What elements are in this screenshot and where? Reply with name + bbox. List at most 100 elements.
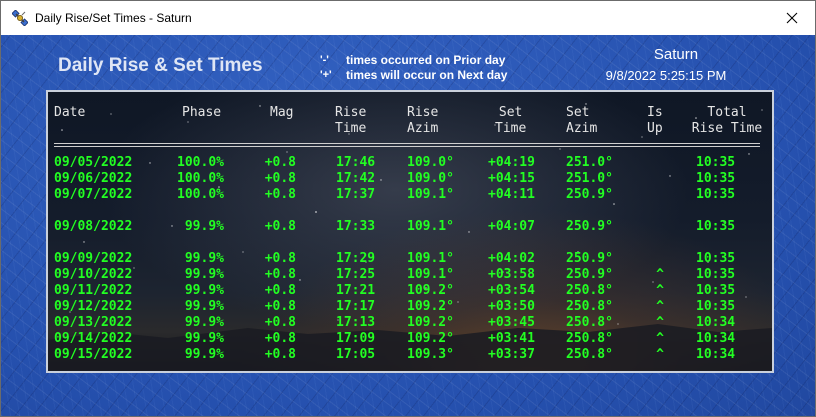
cell-set-time: +03:58 [488, 267, 535, 282]
cell-date: 09/09/2022 [54, 251, 133, 266]
cell-mag: +0.8 [264, 155, 296, 170]
cell-set-azim: 250.8° [566, 331, 613, 346]
cell-phase: 100.0% [177, 171, 224, 186]
window-title: Daily Rise/Set Times - Saturn [35, 11, 192, 25]
cell-set-time: +04:11 [488, 187, 535, 202]
legend-text: times occurred on Prior day [346, 53, 506, 67]
cell-set-time: +03:54 [488, 283, 535, 298]
legend-prior-day: '-' times occurred on Prior day [320, 53, 507, 68]
table-row[interactable]: 09/13/2022 99.9% +0.8 17:13 109.2° +03:45 250.… [48, 315, 772, 331]
cell-rise-time: 17:46 [336, 155, 376, 170]
cell-phase: 99.9% [184, 331, 224, 346]
cell-set-time: +04:02 [488, 251, 535, 266]
cell-date: 09/15/2022 [54, 347, 133, 362]
cell-set-azim: 250.8° [566, 347, 613, 362]
cell-total: 10:35 [696, 299, 736, 314]
cell-is-up: ^ [656, 283, 664, 298]
close-button[interactable] [769, 1, 815, 35]
cell-phase: 99.9% [184, 299, 224, 314]
table-row[interactable]: 09/06/2022 100.0% +0.8 17:42 109.0° +04:15 251… [48, 171, 772, 187]
cell-is-up: ^ [656, 347, 664, 362]
cell-set-azim: 250.9° [566, 267, 613, 282]
table-row[interactable]: 09/15/2022 99.9% +0.8 17:05 109.3° +03:37 250.… [48, 347, 772, 363]
cell-phase: 100.0% [177, 155, 224, 170]
planet-name: Saturn [653, 46, 699, 63]
cell-rise-azim: 109.2° [407, 299, 454, 314]
cell-date: 09/13/2022 [54, 315, 133, 330]
cell-is-up: ^ [656, 267, 664, 282]
cell-date: 09/06/2022 [54, 171, 133, 186]
cell-total: 10:34 [696, 331, 736, 346]
cell-mag: +0.8 [264, 299, 296, 314]
cell-rise-time: 17:09 [336, 331, 376, 346]
cell-mag: +0.8 [264, 219, 296, 234]
cell-rise-azim: 109.3° [407, 347, 454, 362]
cell-date: 09/11/2022 [54, 283, 133, 298]
cell-set-time: +03:50 [488, 299, 535, 314]
table-body: 09/05/2022 100.0% +0.8 17:46 109.0° +04:19 251… [48, 92, 772, 371]
table-row[interactable]: 09/10/2022 99.9% +0.8 17:25 109.1° +03:58 250.… [48, 267, 772, 283]
table-row[interactable]: 09/12/2022 99.9% +0.8 17:17 109.2° +03:50 250.… [48, 299, 772, 315]
cell-rise-time: 17:13 [336, 315, 376, 330]
cell-phase: 100.0% [177, 187, 224, 202]
cell-mag: +0.8 [264, 315, 296, 330]
cell-date: 09/08/2022 [54, 219, 133, 234]
title-bar[interactable]: Daily Rise/Set Times - Saturn [1, 1, 815, 35]
cell-set-time: +03:45 [488, 315, 535, 330]
cell-total: 10:34 [696, 315, 736, 330]
cell-rise-time: 17:33 [336, 219, 376, 234]
cell-set-time: +04:15 [488, 171, 535, 186]
cell-total: 10:35 [696, 171, 736, 186]
cell-phase: 99.9% [184, 267, 224, 282]
cell-date: 09/12/2022 [54, 299, 133, 314]
cell-rise-azim: 109.0° [407, 155, 454, 170]
table-row[interactable]: 09/05/2022 100.0% +0.8 17:46 109.0° +04:19 251… [48, 155, 772, 171]
cell-rise-time: 17:42 [336, 171, 376, 186]
cell-rise-time: 17:05 [336, 347, 376, 362]
cell-total: 10:35 [696, 155, 736, 170]
cell-total: 10:35 [696, 267, 736, 282]
cell-set-azim: 251.0° [566, 171, 613, 186]
cell-rise-azim: 109.2° [407, 283, 454, 298]
cell-mag: +0.8 [264, 267, 296, 282]
cell-rise-azim: 109.0° [407, 171, 454, 186]
legend-symbol: '-' [320, 54, 329, 66]
table-row[interactable]: 09/09/2022 99.9% +0.8 17:29 109.1° +04:02 250.… [48, 251, 772, 267]
rise-set-table[interactable]: Date Phase Mag Rise Time Rise Azim Set T… [46, 90, 774, 373]
cell-rise-azim: 109.1° [407, 219, 454, 234]
cell-set-time: +04:07 [488, 219, 535, 234]
client-area: Daily Rise & Set Times '-' times occurre… [1, 35, 815, 416]
cell-mag: +0.8 [264, 347, 296, 362]
cell-set-azim: 250.8° [566, 315, 613, 330]
cell-set-azim: 250.8° [566, 283, 613, 298]
cell-phase: 99.9% [184, 347, 224, 362]
cell-rise-time: 17:29 [336, 251, 376, 266]
legend-next-day: '+' times will occur on Next day [320, 68, 507, 83]
legend-text: times will occur on Next day [346, 68, 508, 82]
cell-total: 10:35 [696, 187, 736, 202]
close-icon [786, 12, 798, 24]
cell-rise-time: 17:25 [336, 267, 376, 282]
cell-rise-azim: 109.1° [407, 187, 454, 202]
cell-rise-azim: 109.1° [407, 251, 454, 266]
cell-mag: +0.8 [264, 171, 296, 186]
cell-date: 09/10/2022 [54, 267, 133, 282]
cell-set-azim: 250.9° [566, 251, 613, 266]
cell-rise-time: 17:17 [336, 299, 376, 314]
table-row[interactable]: 09/11/2022 99.9% +0.8 17:21 109.2° +03:54 250.… [48, 283, 772, 299]
cell-total: 10:35 [696, 219, 736, 234]
legend-symbol: '+' [320, 69, 332, 81]
cell-set-azim: 251.0° [566, 155, 613, 170]
table-row[interactable]: 09/07/2022 100.0% +0.8 17:37 109.1° +04:11 250… [48, 187, 772, 203]
cell-set-time: +03:37 [488, 347, 535, 362]
page-heading: Daily Rise & Set Times [58, 55, 263, 76]
cell-rise-azim: 109.1° [407, 267, 454, 282]
table-row[interactable]: 09/14/2022 99.9% +0.8 17:09 109.2° +03:41 250.… [48, 331, 772, 347]
cell-rise-azim: 109.2° [407, 331, 454, 346]
cell-total: 10:35 [696, 251, 736, 266]
cell-rise-azim: 109.2° [407, 315, 454, 330]
cell-total: 10:35 [696, 283, 736, 298]
cell-is-up: ^ [656, 331, 664, 346]
table-row[interactable]: 09/08/2022 99.9% +0.8 17:33 109.1° +04:07 250.… [48, 219, 772, 235]
cell-set-time: +03:41 [488, 331, 535, 346]
